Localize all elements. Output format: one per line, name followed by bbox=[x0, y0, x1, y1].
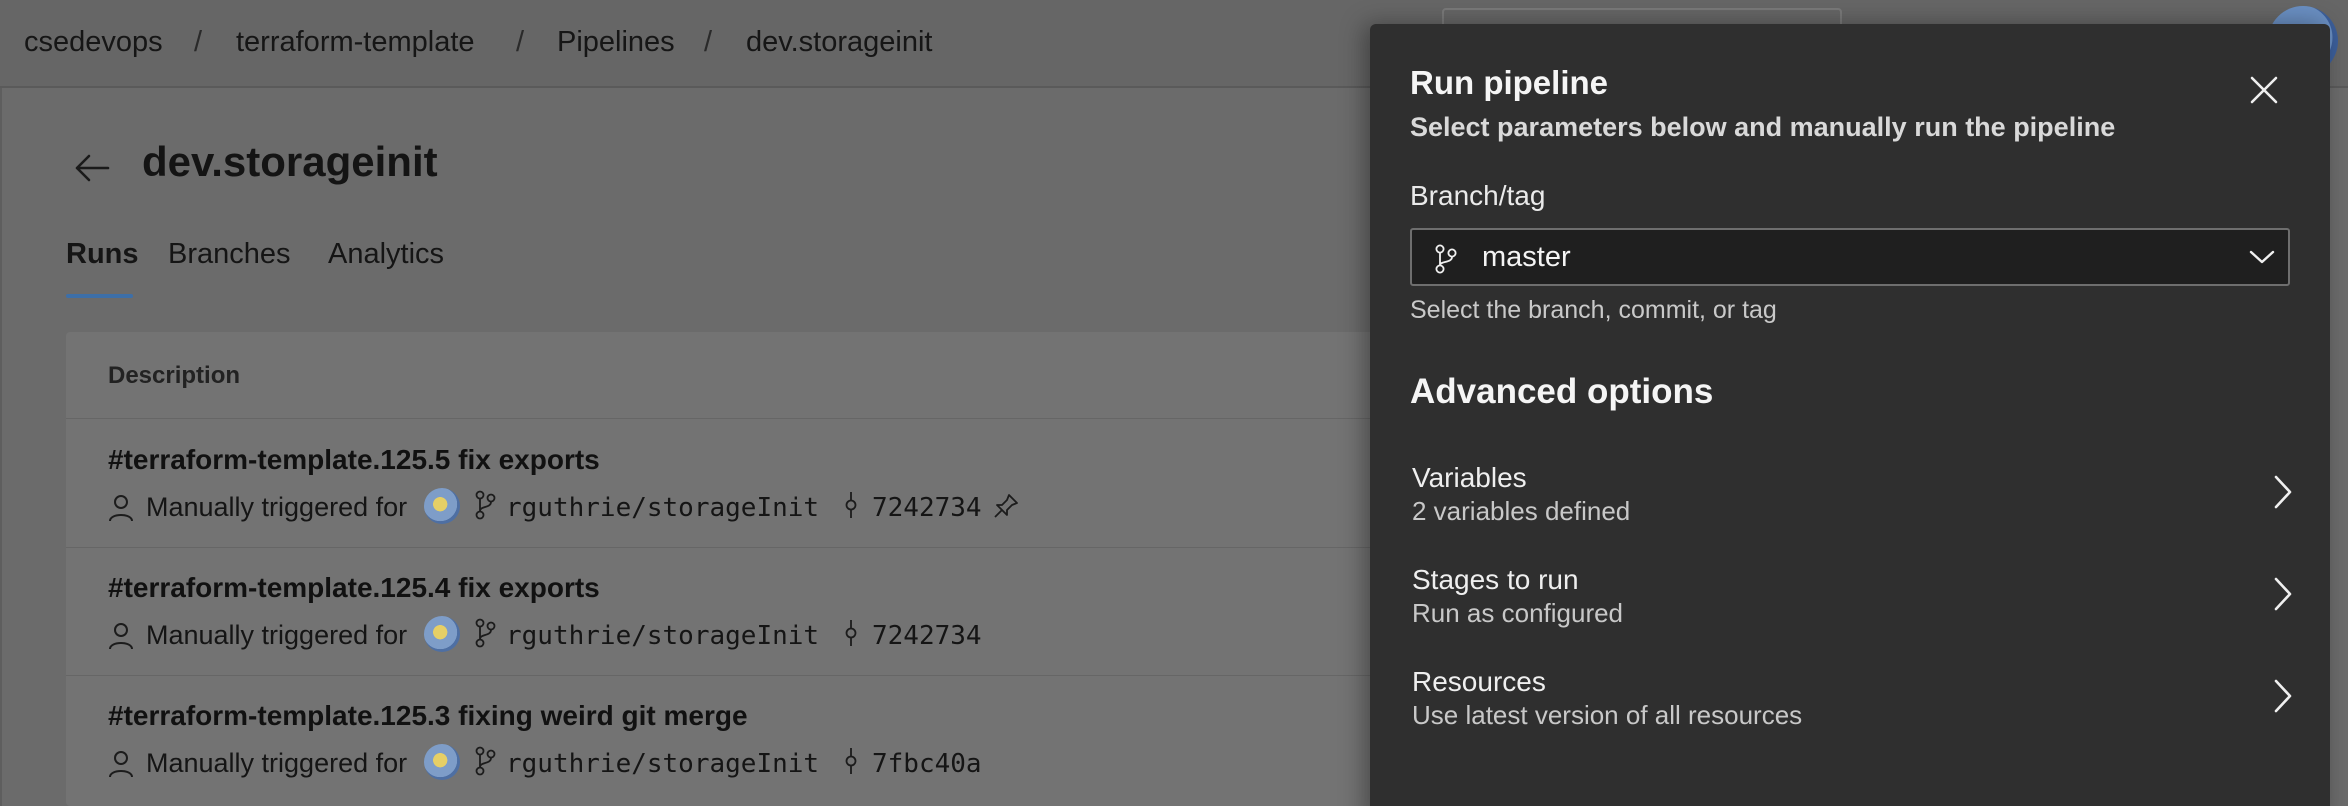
git-commit-icon bbox=[845, 492, 857, 518]
avatar bbox=[424, 616, 460, 652]
commit-hash[interactable]: 7242734 bbox=[872, 621, 982, 651]
branch-tag-value: master bbox=[1482, 241, 1571, 273]
chevron-right-icon bbox=[2274, 475, 2292, 509]
variables-option[interactable]: Variables 2 variables defined bbox=[1410, 462, 2300, 546]
person-icon bbox=[109, 623, 133, 650]
breadcrumb-separator: / bbox=[194, 26, 203, 58]
branch-tag-label: Branch/tag bbox=[1410, 180, 1546, 211]
breadcrumb-item-pipeline[interactable]: dev.storageinit bbox=[746, 24, 932, 60]
git-commit-icon bbox=[845, 748, 857, 774]
resources-option[interactable]: Resources Use latest version of all reso… bbox=[1410, 666, 2300, 750]
git-branch-icon bbox=[475, 746, 496, 776]
branch-name[interactable]: rguthrie/storageInit bbox=[506, 621, 819, 651]
advanced-options-heading: Advanced options bbox=[1410, 372, 1714, 411]
table-row[interactable]: #terraform-template.125.4 fix exports Ma… bbox=[66, 548, 1396, 676]
person-icon bbox=[109, 751, 133, 778]
active-tab-indicator bbox=[66, 294, 133, 298]
option-subtitle: 2 variables defined bbox=[1412, 496, 1631, 526]
panel-subtitle: Select parameters below and manually run… bbox=[1410, 112, 2116, 142]
breadcrumb-separator: / bbox=[704, 26, 713, 58]
branch-name[interactable]: rguthrie/storageInit bbox=[506, 749, 819, 779]
option-title: Stages to run bbox=[1412, 564, 1579, 595]
git-branch-icon bbox=[475, 490, 496, 520]
run-meta: Manually triggered for rguthrie/storageI… bbox=[108, 486, 1388, 526]
option-subtitle: Run as configured bbox=[1412, 598, 1624, 628]
left-nav-edge bbox=[0, 88, 2, 806]
divider bbox=[66, 418, 1396, 419]
run-title[interactable]: #terraform-template.125.5 fix exports bbox=[108, 444, 600, 476]
runs-table: Description #terraform-template.125.5 fi… bbox=[66, 332, 1396, 806]
option-title: Variables bbox=[1412, 462, 1527, 493]
close-icon[interactable] bbox=[2246, 72, 2282, 108]
run-pipeline-panel: Run pipeline Select parameters below and… bbox=[1370, 24, 2330, 806]
pin-icon bbox=[994, 494, 1018, 518]
table-row[interactable]: #terraform-template.125.5 fix exports Ma… bbox=[66, 420, 1396, 548]
chevron-down-icon bbox=[2249, 250, 2275, 264]
arrow-left-icon[interactable] bbox=[72, 148, 112, 188]
breadcrumb-item-pipelines[interactable]: Pipelines bbox=[557, 24, 675, 60]
branch-tag-dropdown[interactable]: master bbox=[1410, 228, 2290, 286]
page-title: dev.storageinit bbox=[142, 138, 438, 185]
chevron-right-icon bbox=[2274, 679, 2292, 713]
git-branch-icon bbox=[1435, 244, 1457, 274]
tab-branches[interactable]: Branches bbox=[168, 236, 291, 272]
chevron-right-icon bbox=[2274, 577, 2292, 611]
breadcrumb-item-project[interactable]: terraform-template bbox=[236, 24, 475, 60]
panel-title: Run pipeline bbox=[1410, 64, 1608, 101]
person-icon bbox=[109, 495, 133, 522]
run-meta: Manually triggered for rguthrie/storageI… bbox=[108, 614, 1388, 654]
commit-hash[interactable]: 7242734 bbox=[872, 493, 982, 523]
option-subtitle: Use latest version of all resources bbox=[1412, 700, 1803, 730]
trigger-text: Manually triggered for bbox=[146, 492, 408, 522]
avatar bbox=[424, 744, 460, 780]
column-header-description: Description bbox=[108, 362, 241, 389]
stages-to-run-option[interactable]: Stages to run Run as configured bbox=[1410, 564, 2300, 648]
avatar bbox=[424, 488, 460, 524]
commit-hash[interactable]: 7fbc40a bbox=[872, 749, 982, 779]
branch-name[interactable]: rguthrie/storageInit bbox=[506, 493, 819, 523]
trigger-text: Manually triggered for bbox=[146, 748, 408, 778]
run-meta: Manually triggered for rguthrie/storageI… bbox=[108, 742, 1388, 782]
breadcrumb-item-organization[interactable]: csedevops bbox=[24, 24, 163, 60]
tab-runs[interactable]: Runs bbox=[66, 236, 139, 272]
run-title[interactable]: #terraform-template.125.3 fixing weird g… bbox=[108, 700, 748, 732]
option-title: Resources bbox=[1412, 666, 1546, 697]
breadcrumb-separator: / bbox=[516, 26, 525, 58]
branch-tag-help-text: Select the branch, commit, or tag bbox=[1410, 296, 1777, 324]
trigger-text: Manually triggered for bbox=[146, 620, 408, 650]
run-title[interactable]: #terraform-template.125.4 fix exports bbox=[108, 572, 600, 604]
git-branch-icon bbox=[475, 618, 496, 648]
tab-analytics[interactable]: Analytics bbox=[328, 236, 444, 272]
git-commit-icon bbox=[845, 620, 857, 646]
table-row[interactable]: #terraform-template.125.3 fixing weird g… bbox=[66, 676, 1396, 804]
